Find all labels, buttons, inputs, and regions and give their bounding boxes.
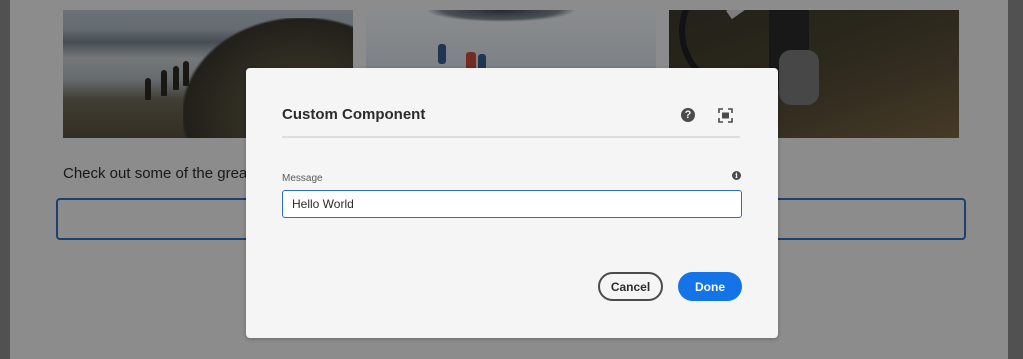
done-button[interactable]: Done <box>678 272 742 301</box>
fullscreen-icon[interactable] <box>718 108 733 123</box>
dialog-title: Custom Component <box>282 106 426 123</box>
header-divider <box>282 136 740 138</box>
message-field-label: Message <box>282 173 323 184</box>
message-input[interactable] <box>282 190 742 218</box>
help-icon[interactable]: ? <box>681 108 695 122</box>
cancel-button[interactable]: Cancel <box>598 272 663 301</box>
info-icon[interactable]: i <box>732 171 741 180</box>
custom-component-dialog: Custom Component ? Message i Cancel Done <box>246 68 778 338</box>
page: Check out some of the grea Custom Compon… <box>0 0 1023 359</box>
